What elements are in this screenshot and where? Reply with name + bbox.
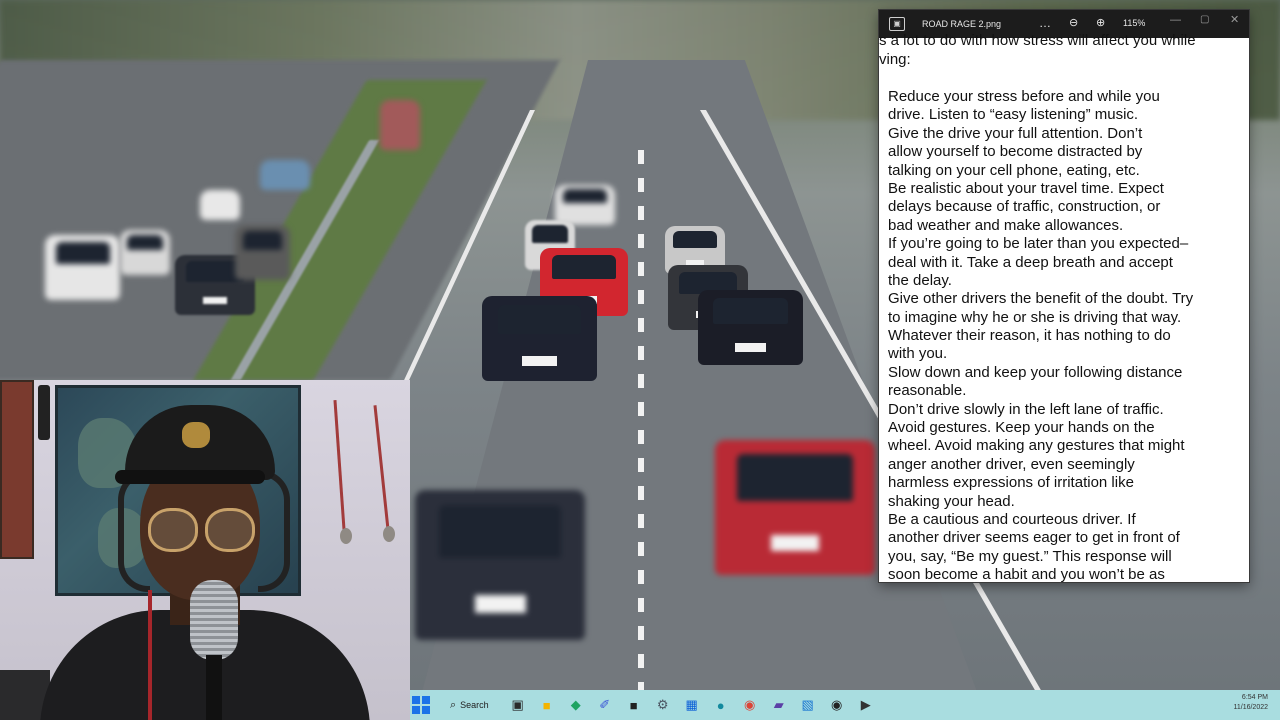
document-text-line: allow yourself to become distracted by [888, 143, 1143, 161]
document-text-line: deal with it. Take a deep breath and acc… [888, 253, 1173, 271]
headphones-icon [118, 470, 150, 592]
car [715, 440, 875, 575]
car [200, 190, 240, 220]
document-text-line: Be a cautious and courteous driver. If [888, 510, 1136, 528]
tips-list: Reduce your stress before and while you d… [888, 88, 1233, 582]
document-text-line: you, say, “Be my guest.” This response w… [888, 547, 1172, 565]
clock-time: 6:54 PM [1241, 694, 1268, 701]
document-text-line: another driver seems eager to get in fro… [888, 529, 1180, 547]
document-text-line: shaking your head. [888, 492, 1015, 510]
car [235, 225, 290, 280]
car [380, 100, 420, 150]
document-text-line: the delay. [888, 271, 952, 289]
car [482, 296, 597, 381]
photos-icon[interactable]: ▧ [797, 694, 819, 716]
medal-ribbon [333, 400, 346, 530]
pinned-apps: ▣ ■ ◆ ✐ ■ ⚙ ▦ ● ◉ ▰ ▧ ◉ ▶ [507, 694, 884, 716]
document-text-line: drive. Listen to “easy listening” music. [888, 106, 1139, 124]
zoom-in-icon[interactable]: ⊕ [1096, 16, 1105, 29]
taskbar: ⌕ Search ▣ ■ ◆ ✐ ■ ⚙ ▦ ● ◉ ▰ ▧ ◉ ▶ 6:54 PM 11/16/202… [410, 690, 1280, 720]
cap-brim [115, 470, 265, 484]
zoom-out-icon[interactable]: ⊖ [1069, 16, 1078, 29]
store-icon[interactable]: ◆ [565, 694, 587, 716]
glasses [148, 508, 198, 552]
mic-cable [148, 590, 152, 720]
document-text-line: soon become a habit and you won’t be as [888, 566, 1165, 582]
microphone-icon [190, 580, 238, 660]
document-text-line: wheel. Avoid making any gestures that mi… [888, 437, 1185, 455]
editor-icon[interactable]: ✐ [594, 694, 616, 716]
document-text-line: Whatever their reason, it has nothing to… [888, 327, 1171, 345]
car [45, 235, 120, 300]
obs-icon[interactable]: ◉ [826, 694, 848, 716]
system-clock[interactable]: 6:54 PM 11/16/2022 [1233, 693, 1268, 713]
calendar-icon[interactable]: ▦ [681, 694, 703, 716]
document-text-line: reasonable. [888, 382, 967, 400]
video-editor-icon[interactable]: ▰ [768, 694, 790, 716]
image-viewer-window: ▣ ROAD RAGE 2.png … ⊖ ⊕ 115% — ▢ ✕ s a l… [879, 10, 1249, 582]
car [260, 160, 310, 190]
chrome-icon[interactable]: ◉ [739, 694, 761, 716]
wall-poster [0, 380, 34, 559]
wall-lamp [38, 385, 50, 440]
cap-badge [182, 422, 210, 448]
car [120, 230, 170, 275]
edge-icon[interactable]: ● [710, 694, 732, 716]
photos-app-icon: ▣ [889, 17, 905, 31]
medal [383, 526, 395, 542]
document-image: s a lot to do with how stress will affec… [879, 32, 1249, 582]
document-text-line: talking on your cell phone, eating, etc. [888, 161, 1140, 179]
car [698, 290, 803, 365]
document-text-line: Give the drive your full attention. Don’… [888, 124, 1143, 142]
document-text-line: Reduce your stress before and while you [888, 88, 1160, 105]
clock-date: 11/16/2022 [1233, 704, 1268, 711]
document-text-line: If you’re going to be later than you exp… [888, 235, 1189, 253]
document-text-line: delays because of traffic, construction,… [888, 198, 1161, 216]
minimize-button[interactable]: — [1170, 14, 1181, 26]
document-text-line: Avoid gestures. Keep your hands on the [888, 419, 1155, 437]
taskbar-search[interactable]: ⌕ Search [442, 695, 497, 715]
glasses [205, 508, 255, 552]
search-label: Search [460, 700, 489, 710]
document-text-line: with you. [888, 345, 948, 363]
medal [340, 528, 352, 544]
document-text-line: anger another driver, even seemingly [888, 455, 1135, 473]
search-icon: ⌕ [450, 698, 457, 711]
media-player-icon[interactable]: ▶ [855, 694, 877, 716]
car [415, 490, 585, 640]
zoom-level[interactable]: 115% [1123, 18, 1145, 28]
lane-divider [638, 150, 644, 690]
document-text-line: Don’t drive slowly in the left lane of t… [888, 400, 1164, 418]
headphones-icon [258, 470, 290, 592]
close-button[interactable]: ✕ [1230, 13, 1239, 26]
notes-icon[interactable]: ■ [623, 694, 645, 716]
webcam-overlay [0, 380, 410, 720]
file-explorer-icon[interactable]: ■ [536, 694, 558, 716]
medal-ribbon [373, 405, 390, 530]
windows-start-icon[interactable] [412, 696, 430, 714]
document-text-line: Give other drivers the benefit of the do… [888, 290, 1194, 308]
mic-stand [206, 655, 222, 720]
document-text-line: harmless expressions of irritation like [888, 474, 1134, 492]
task-view-icon[interactable]: ▣ [507, 694, 529, 716]
intro-text-line: s a lot to do with how stress will affec… [879, 32, 1196, 49]
document-text-line: Slow down and keep your following distan… [888, 363, 1183, 381]
more-options-button[interactable]: … [1039, 16, 1052, 30]
document-text-line: Be realistic about your travel time. Exp… [888, 179, 1164, 197]
document-text-line: to imagine why he or she is driving that… [888, 308, 1182, 326]
maximize-button[interactable]: ▢ [1200, 14, 1209, 25]
car [555, 185, 615, 225]
viewer-title: ROAD RAGE 2.png [922, 19, 1002, 29]
intro-text-line: ving: [879, 51, 911, 68]
settings-icon[interactable]: ⚙ [652, 694, 674, 716]
document-text-line: bad weather and make allowances. [888, 216, 1124, 234]
